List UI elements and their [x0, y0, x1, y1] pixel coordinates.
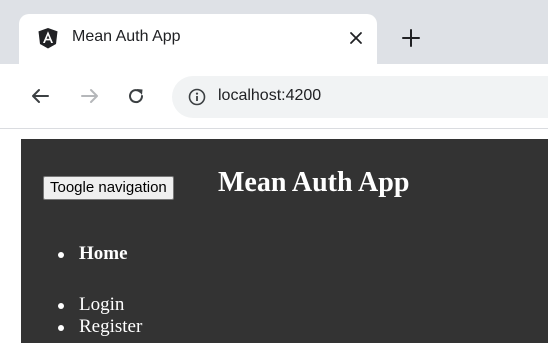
primary-nav-list: Home: [57, 243, 128, 265]
browser-toolbar: localhost:4200: [0, 64, 548, 129]
nav-link-home[interactable]: Home: [57, 243, 128, 265]
url-text[interactable]: localhost:4200: [218, 87, 321, 105]
brand-link[interactable]: Mean Auth App: [218, 166, 409, 200]
browser-tabstrip: Mean Auth App: [0, 0, 548, 64]
toggle-navigation-button[interactable]: Toogle navigation: [43, 176, 174, 200]
info-icon[interactable]: [188, 88, 206, 106]
navbar: Toogle navigation Mean Auth App Home Log…: [21, 139, 548, 343]
browser-tab[interactable]: Mean Auth App: [19, 14, 377, 64]
arrow-right-icon[interactable]: [78, 84, 102, 108]
reload-icon[interactable]: [124, 84, 148, 108]
close-icon[interactable]: [345, 27, 367, 49]
nav-link-login[interactable]: Login: [57, 294, 142, 316]
angular-logo-icon: [37, 27, 59, 49]
secondary-nav-list: Login Register: [57, 294, 142, 338]
tab-title: Mean Auth App: [72, 28, 181, 45]
plus-icon[interactable]: [398, 25, 424, 51]
arrow-left-icon[interactable]: [28, 84, 52, 108]
nav-link-register[interactable]: Register: [57, 316, 142, 338]
address-bar[interactable]: localhost:4200: [172, 76, 548, 118]
